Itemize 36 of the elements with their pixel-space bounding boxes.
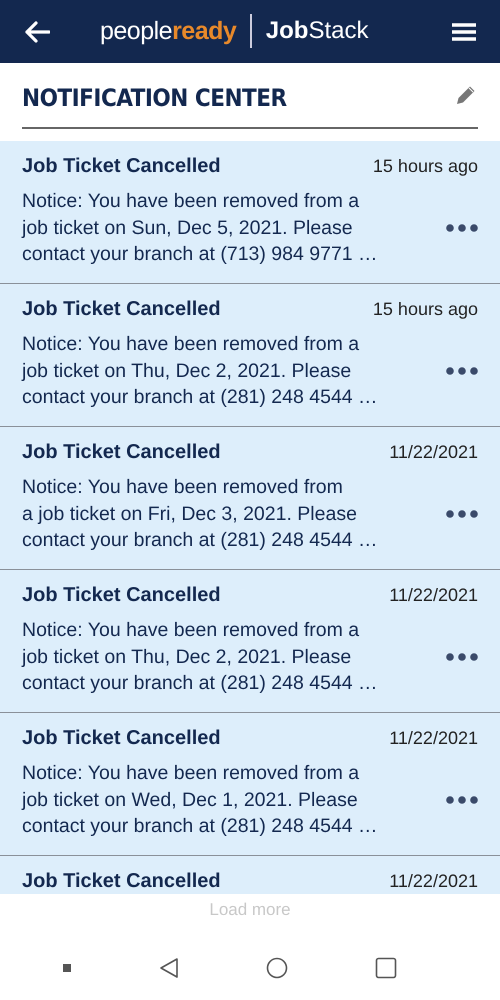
notification-item[interactable]: Job Ticket Cancelled 11/22/2021 Notice: You have been removed from a job ticket on Fri, Dec 3, 2021. Please contact your branch at (281) 248 4544 …	[0, 427, 500, 570]
more-icon[interactable]	[446, 366, 478, 375]
logo-text: JobStack	[266, 17, 368, 45]
logo-text: peopleready	[100, 16, 236, 46]
recents-square-icon[interactable]	[374, 957, 397, 979]
back-triangle-icon[interactable]	[158, 957, 180, 979]
notification-title: Job Ticket Cancelled	[22, 727, 221, 750]
more-icon[interactable]	[446, 652, 478, 661]
notification-message: Notice: You have been removed from a job ticket on Fri, Dec 3, 2021. Please contact your branch at (281) 248 4544 …	[22, 475, 378, 553]
menu-icon[interactable]	[452, 22, 476, 40]
notification-title: Job Ticket Cancelled	[22, 298, 221, 321]
notification-message: Notice: You have been removed from a job ticket on Sun, Dec 5, 2021. Please contact your branch at (713) 984 9771 …	[22, 189, 378, 267]
notification-title: Job Ticket Cancelled	[22, 155, 221, 178]
notification-time: 15 hours ago	[372, 299, 478, 320]
notification-message: Notice: You have been removed from a job ticket on Wed, Dec 1, 2021. Please contact your branch at (281) 248 4544 …	[22, 761, 378, 839]
notification-item[interactable]: Job Ticket Cancelled 11/22/2021 Notice: You have been removed from a job ticket on Thu, Dec 2, 2021. Please contact your branch at (281) 248 4544 …	[0, 570, 500, 713]
page-title: NOTIFICATION CENTER	[22, 84, 287, 112]
notification-title: Job Ticket Cancelled	[22, 870, 221, 893]
notification-message: Notice: You have been removed from a job ticket on Thu, Dec 2, 2021. Please contact your branch at (281) 248 4544 …	[22, 618, 378, 696]
home-circle-icon[interactable]	[266, 957, 288, 979]
notification-time: 11/22/2021	[389, 442, 478, 463]
back-icon[interactable]	[24, 20, 50, 42]
notification-time: 11/22/2021	[389, 728, 478, 749]
notification-title: Job Ticket Cancelled	[22, 441, 221, 464]
notification-item[interactable]: Job Ticket Cancelled 15 hours ago Notice: You have been removed from a job ticket on Sun, Dec 5, 2021. Please contact your branch at (713) 984 9771 …	[0, 141, 500, 284]
notification-item[interactable]: Job Ticket Cancelled 11/22/2021 Notice: You have been removed from a job ticket on Wed, Dec 1, 2021. Please contact your branch at (281) 248 4544 …	[0, 713, 500, 856]
notification-time: 15 hours ago	[372, 156, 478, 177]
more-icon[interactable]	[446, 224, 478, 232]
notification-item[interactable]: Job Ticket Cancelled 15 hours ago Notice: You have been removed from a job ticket on Thu, Dec 2, 2021. Please contact your branch at (281) 248 4544 …	[0, 284, 500, 427]
notification-title: Job Ticket Cancelled	[22, 584, 221, 607]
more-icon[interactable]	[446, 510, 478, 518]
notification-time: 11/22/2021	[389, 871, 478, 892]
notification-time: 11/22/2021	[389, 585, 478, 606]
notification-message: Notice: You have been removed from a job ticket on Thu, Dec 2, 2021. Please contact your branch at (281) 248 4544 …	[22, 332, 378, 410]
notification-item[interactable]: Job Ticket Cancelled 11/22/2021	[0, 856, 500, 894]
more-icon[interactable]	[446, 796, 478, 804]
